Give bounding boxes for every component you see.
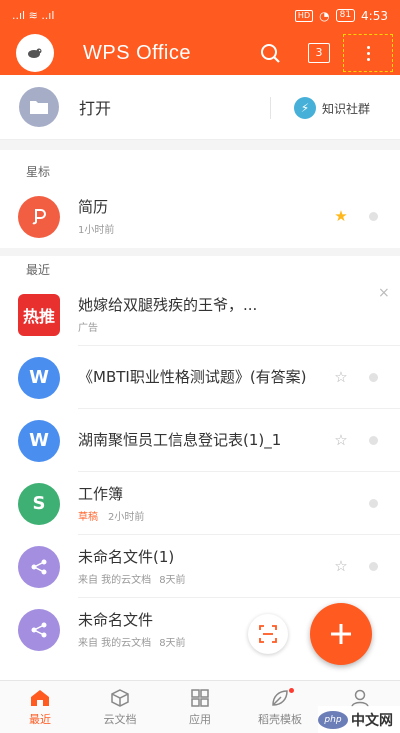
file-icon-p — [18, 195, 60, 238]
app-title: WPS Office — [83, 41, 191, 64]
folder-icon — [19, 87, 59, 127]
home-icon — [31, 690, 49, 706]
file-time: 2小时前 — [108, 512, 145, 523]
nav-item-recent[interactable]: 最近 — [0, 681, 80, 733]
notification-dot — [289, 688, 294, 693]
nav-item-apps[interactable]: 应用 — [160, 681, 240, 733]
ad-title: 她嫁给双腿残疾的王爷，... — [78, 296, 258, 314]
list-item[interactable]: S 工作簿 草稿 2小时前 — [0, 472, 400, 535]
list-item[interactable]: 未命名文件(1) 来自 我的云文档 8天前 ☆ — [0, 535, 400, 598]
open-label: 打开 — [79, 99, 112, 118]
hd-badge: HD — [294, 9, 314, 22]
user-icon — [351, 689, 369, 708]
more-vertical-icon — [366, 45, 370, 61]
file-meta: 草稿 2小时前 — [78, 508, 330, 523]
status-bar: ..ıl ≋ ..ıl HD ◔ 81 4:53 — [0, 0, 400, 31]
file-name: 《MBTI职业性格测试题》(有答案) — [78, 368, 307, 386]
more-dot-button[interactable] — [369, 436, 378, 445]
file-source: 来自 我的云文档 — [78, 575, 152, 586]
app-bar: WPS Office 3 — [0, 31, 400, 75]
knowledge-community-button[interactable]: ⚡ 知识社群 — [294, 97, 370, 119]
more-dot-button[interactable] — [369, 212, 378, 221]
avatar[interactable] — [16, 34, 54, 72]
file-meta: 来自 我的云文档 8天前 — [78, 634, 330, 649]
ad-text: 她嫁给双腿残疾的王爷，... 广告 — [78, 295, 370, 334]
more-dot-button[interactable] — [369, 562, 378, 571]
section-gap — [0, 140, 400, 150]
recent-section-label: 最近 — [26, 263, 51, 277]
open-file-row[interactable]: 打开 ⚡ 知识社群 — [0, 75, 400, 140]
status-time: 4:53 — [361, 8, 388, 23]
file-meta: 1小时前 — [78, 225, 115, 236]
nav-label: 应用 — [189, 713, 211, 726]
file-name: 湖南聚恒员工信息登记表(1)_1 — [78, 431, 282, 449]
leaf-icon — [272, 690, 288, 706]
add-button[interactable] — [310, 603, 372, 665]
star-outline-icon[interactable]: ☆ — [331, 367, 351, 387]
star-outline-icon[interactable]: ☆ — [331, 556, 351, 576]
file-name: 未命名文件(1) — [78, 548, 175, 566]
draft-tag: 草稿 — [78, 512, 98, 523]
section-gap — [0, 248, 400, 256]
file-text: 《MBTI职业性格测试题》(有答案) — [78, 367, 330, 388]
nav-item-cloud-docs[interactable]: 云文档 — [80, 681, 160, 733]
plus-icon — [331, 624, 351, 644]
file-name: 工作簿 — [78, 485, 124, 503]
nav-item-templates[interactable]: 稻壳模板 — [240, 681, 320, 733]
more-dot-button[interactable] — [369, 499, 378, 508]
scan-button[interactable] — [248, 614, 288, 654]
ad-item[interactable]: 热推 她嫁给双腿残疾的王爷，... 广告 × — [0, 283, 400, 346]
list-item[interactable]: W 湖南聚恒员工信息登记表(1)_1 ☆ — [0, 409, 400, 472]
list-item[interactable]: W 《MBTI职业性格测试题》(有答案) ☆ — [0, 346, 400, 409]
watermark-logo: php — [318, 710, 348, 729]
file-time: 8天前 — [159, 575, 186, 586]
ad-label: 广告 — [78, 323, 98, 334]
alarm-icon: ◔ — [319, 8, 330, 23]
bird-icon — [28, 48, 42, 58]
tab-count-button[interactable]: 3 — [308, 43, 330, 63]
file-name: 简历 — [78, 198, 109, 216]
spreadsheet-icon: S — [18, 482, 60, 525]
divider — [270, 97, 271, 119]
community-label: 知识社群 — [322, 101, 371, 116]
lightning-icon: ⚡ — [294, 97, 316, 119]
search-button[interactable] — [258, 41, 284, 67]
star-filled-icon[interactable]: ★ — [331, 206, 351, 226]
signal-icons: ..ıl ≋ ..ıl — [12, 9, 54, 22]
nav-label: 稻壳模板 — [258, 713, 302, 726]
word-doc-icon: W — [18, 356, 60, 399]
watermark-text: 中文网 — [351, 712, 393, 729]
starred-section-label: 星标 — [26, 165, 51, 179]
file-name: 未命名文件 — [78, 611, 154, 629]
more-dot-button[interactable] — [369, 373, 378, 382]
file-text: 简历 1小时前 — [78, 197, 330, 236]
file-source: 来自 我的云文档 — [78, 638, 152, 649]
more-menu-button[interactable] — [343, 34, 393, 72]
file-time: 8天前 — [159, 638, 186, 649]
cube-icon — [111, 689, 129, 707]
status-right: HD ◔ 81 4:53 — [294, 8, 388, 23]
search-icon — [261, 44, 280, 63]
list-item-starred[interactable]: 简历 1小时前 ★ — [0, 185, 400, 248]
battery-icon: 81 — [335, 9, 356, 22]
star-outline-icon[interactable]: ☆ — [331, 430, 351, 450]
ad-icon: 热推 — [18, 293, 60, 336]
share-icon — [18, 608, 60, 651]
grid-icon — [191, 689, 209, 707]
file-text: 未命名文件(1) 来自 我的云文档 8天前 — [78, 547, 330, 586]
status-left-text: ..ıl ≋ ..ıl — [12, 9, 55, 22]
file-text: 工作簿 草稿 2小时前 — [78, 484, 330, 523]
nav-label: 最近 — [29, 713, 51, 726]
file-meta: 来自 我的云文档 8天前 — [78, 571, 330, 586]
nav-label: 云文档 — [103, 713, 137, 726]
watermark: php 中文网 — [318, 706, 400, 733]
word-doc-icon: W — [18, 419, 60, 462]
scan-icon — [259, 625, 277, 643]
file-text: 未命名文件 来自 我的云文档 8天前 — [78, 610, 330, 649]
file-text: 湖南聚恒员工信息登记表(1)_1 — [78, 430, 330, 451]
share-icon — [18, 545, 60, 588]
close-icon[interactable]: × — [378, 285, 390, 301]
